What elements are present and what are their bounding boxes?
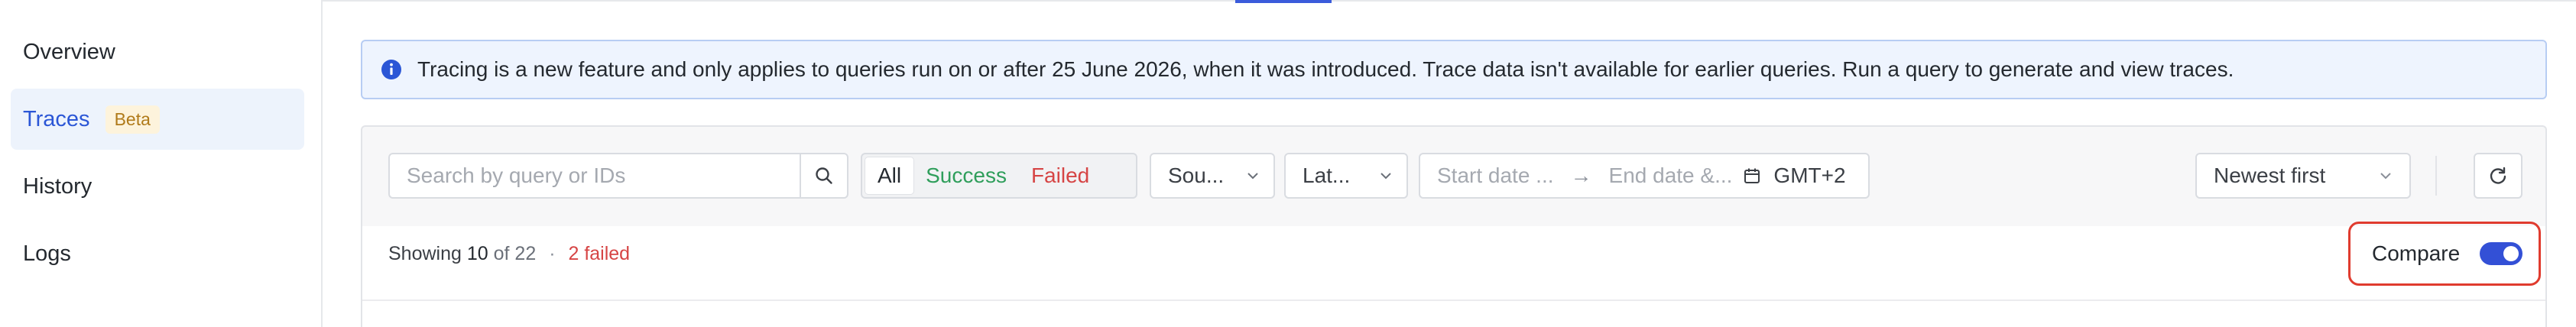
compare-control: Compare — [2348, 222, 2541, 286]
start-date-input[interactable]: Start date ... — [1437, 164, 1554, 188]
compare-label: Compare — [2372, 241, 2461, 265]
summary-count: 10 — [466, 243, 488, 264]
info-banner: Tracing is a new feature and only applie… — [361, 40, 2547, 99]
traces-panel: All Success Failed Sou... Lat... Start d… — [361, 125, 2547, 327]
sidebar-item-traces[interactable]: Traces Beta — [11, 89, 304, 150]
source-dropdown-label: Sou... — [1168, 164, 1225, 187]
sidebar-item-logs[interactable]: Logs — [11, 223, 304, 284]
chevron-down-icon — [1380, 173, 1391, 180]
status-failed-tab[interactable]: Failed — [1019, 157, 1101, 194]
summary-failed-count: 2 failed — [568, 243, 631, 264]
toolbar-divider — [2435, 156, 2437, 196]
chevron-down-icon — [1247, 173, 1258, 180]
sidebar-item-label: Overview — [23, 39, 115, 64]
banner-text: Tracing is a new feature and only applie… — [417, 57, 2234, 81]
status-success-tab[interactable]: Success — [913, 157, 1019, 194]
search-field — [388, 153, 801, 199]
status-filter: All Success Failed — [861, 153, 1137, 199]
search-button[interactable] — [800, 153, 848, 199]
summary-prefix: Showing — [388, 243, 462, 264]
search-input[interactable] — [405, 163, 790, 189]
summary-total: of 22 — [493, 243, 537, 264]
latency-dropdown-label: Lat... — [1303, 164, 1351, 187]
sort-dropdown-label: Newest first — [2214, 164, 2326, 187]
search-icon — [816, 167, 832, 184]
divider — [362, 299, 2545, 301]
results-area — [362, 226, 2545, 327]
results-summary: Showing 10 of 22 · 2 failed — [388, 243, 630, 265]
sidebar-item-history[interactable]: History — [11, 156, 304, 217]
date-range-arrow: → — [1570, 164, 1592, 187]
active-tab-indicator — [1235, 0, 1332, 3]
compare-toggle[interactable] — [2480, 242, 2523, 265]
toggle-knob — [2503, 246, 2519, 261]
sidebar-item-label: Traces — [23, 106, 90, 131]
end-date-input[interactable]: End date &... — [1609, 164, 1733, 188]
refresh-button[interactable] — [2474, 153, 2522, 199]
sidebar-item-label: Logs — [23, 241, 71, 266]
summary-separator: · — [549, 243, 556, 264]
beta-badge: Beta — [105, 105, 160, 134]
refresh-icon — [2490, 167, 2506, 184]
chevron-down-icon — [2380, 173, 2391, 180]
sidebar-item-label: History — [23, 173, 92, 199]
source-dropdown[interactable]: Sou... — [1150, 153, 1275, 199]
info-icon — [381, 60, 401, 79]
latency-dropdown[interactable]: Lat... — [1284, 153, 1408, 199]
calendar-icon — [1744, 168, 1760, 183]
date-range-picker[interactable]: Start date ... → End date &... GMT+2 — [1419, 153, 1870, 199]
sidebar-item-overview[interactable]: Overview — [11, 21, 304, 83]
sort-dropdown[interactable]: Newest first — [2195, 153, 2411, 199]
sidebar: Overview Traces Beta History Logs — [0, 0, 323, 327]
status-all-tab[interactable]: All — [865, 157, 914, 194]
timezone-label: GMT+2 — [1773, 164, 1846, 187]
